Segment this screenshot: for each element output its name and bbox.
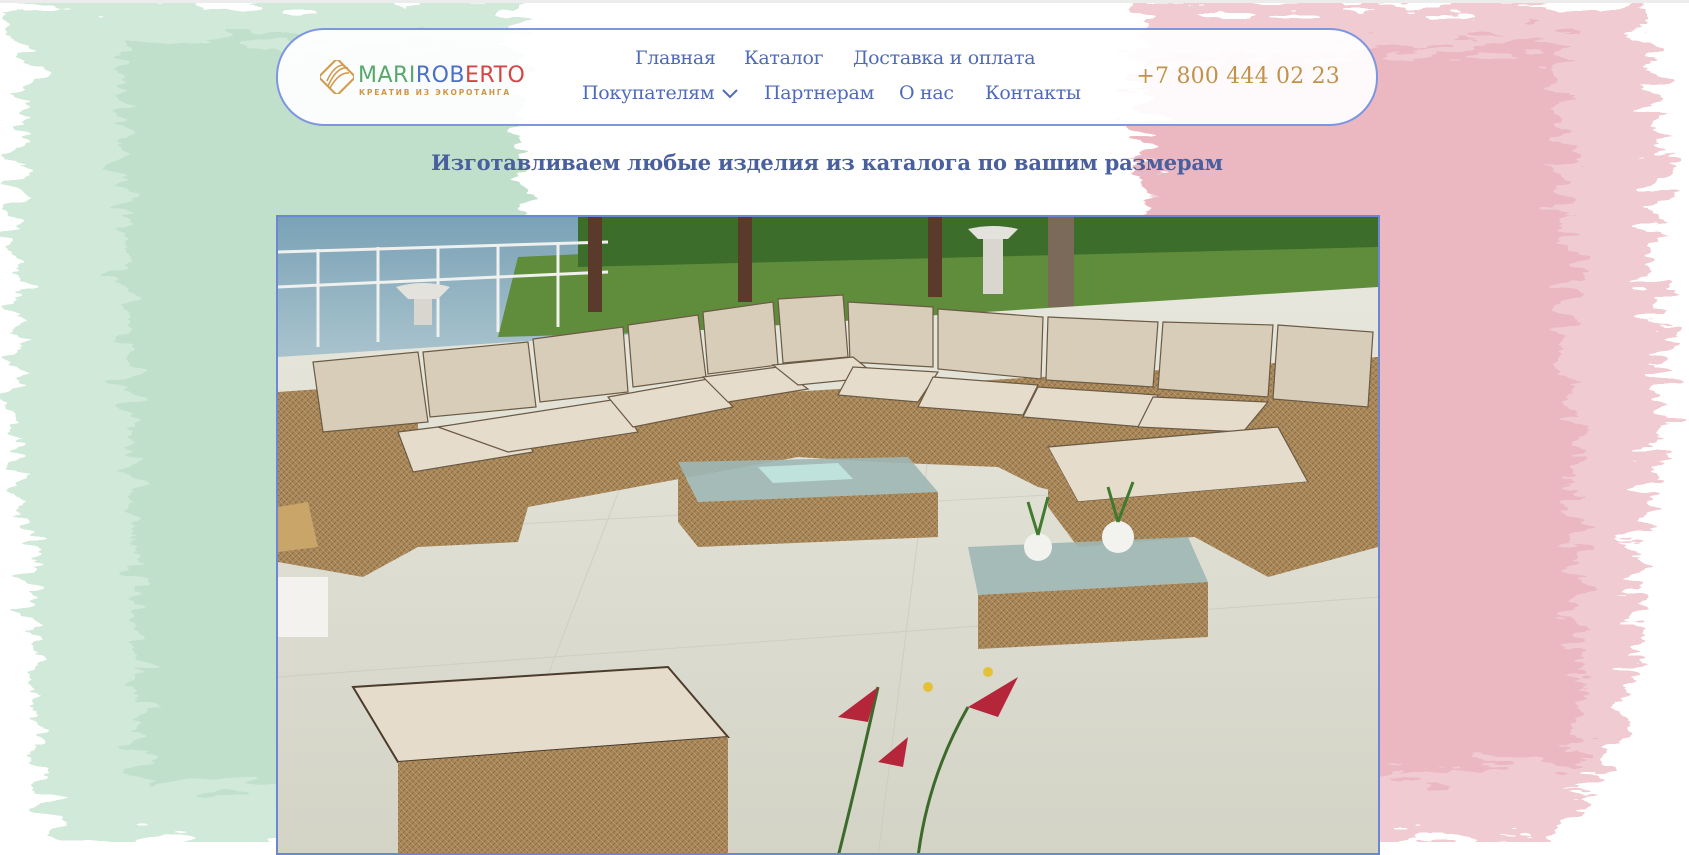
- nav-partners[interactable]: Партнерам: [764, 82, 874, 104]
- header-bar: MARIROBERTO КРЕАТИВ ИЗ ЭКОРОТАНГА Главна…: [276, 28, 1378, 126]
- nav-delivery[interactable]: Доставка и оплата: [853, 47, 1036, 69]
- nav-home[interactable]: Главная: [635, 47, 716, 69]
- nav-customers[interactable]: Покупателям: [582, 82, 739, 104]
- nav-contacts[interactable]: Контакты: [985, 82, 1081, 104]
- nav-catalog[interactable]: Каталог: [744, 47, 824, 69]
- nav-about[interactable]: О нас: [899, 82, 954, 104]
- hero-image: [276, 215, 1380, 855]
- nav-customers-label: Покупателям: [582, 82, 715, 104]
- rattan-sofa-scene: [278, 217, 1378, 853]
- chevron-down-icon: [722, 89, 739, 99]
- tagline: Изготавливаем любые изделия из каталога …: [431, 150, 1223, 175]
- phone-number[interactable]: +7 800 444 02 23: [1136, 64, 1340, 89]
